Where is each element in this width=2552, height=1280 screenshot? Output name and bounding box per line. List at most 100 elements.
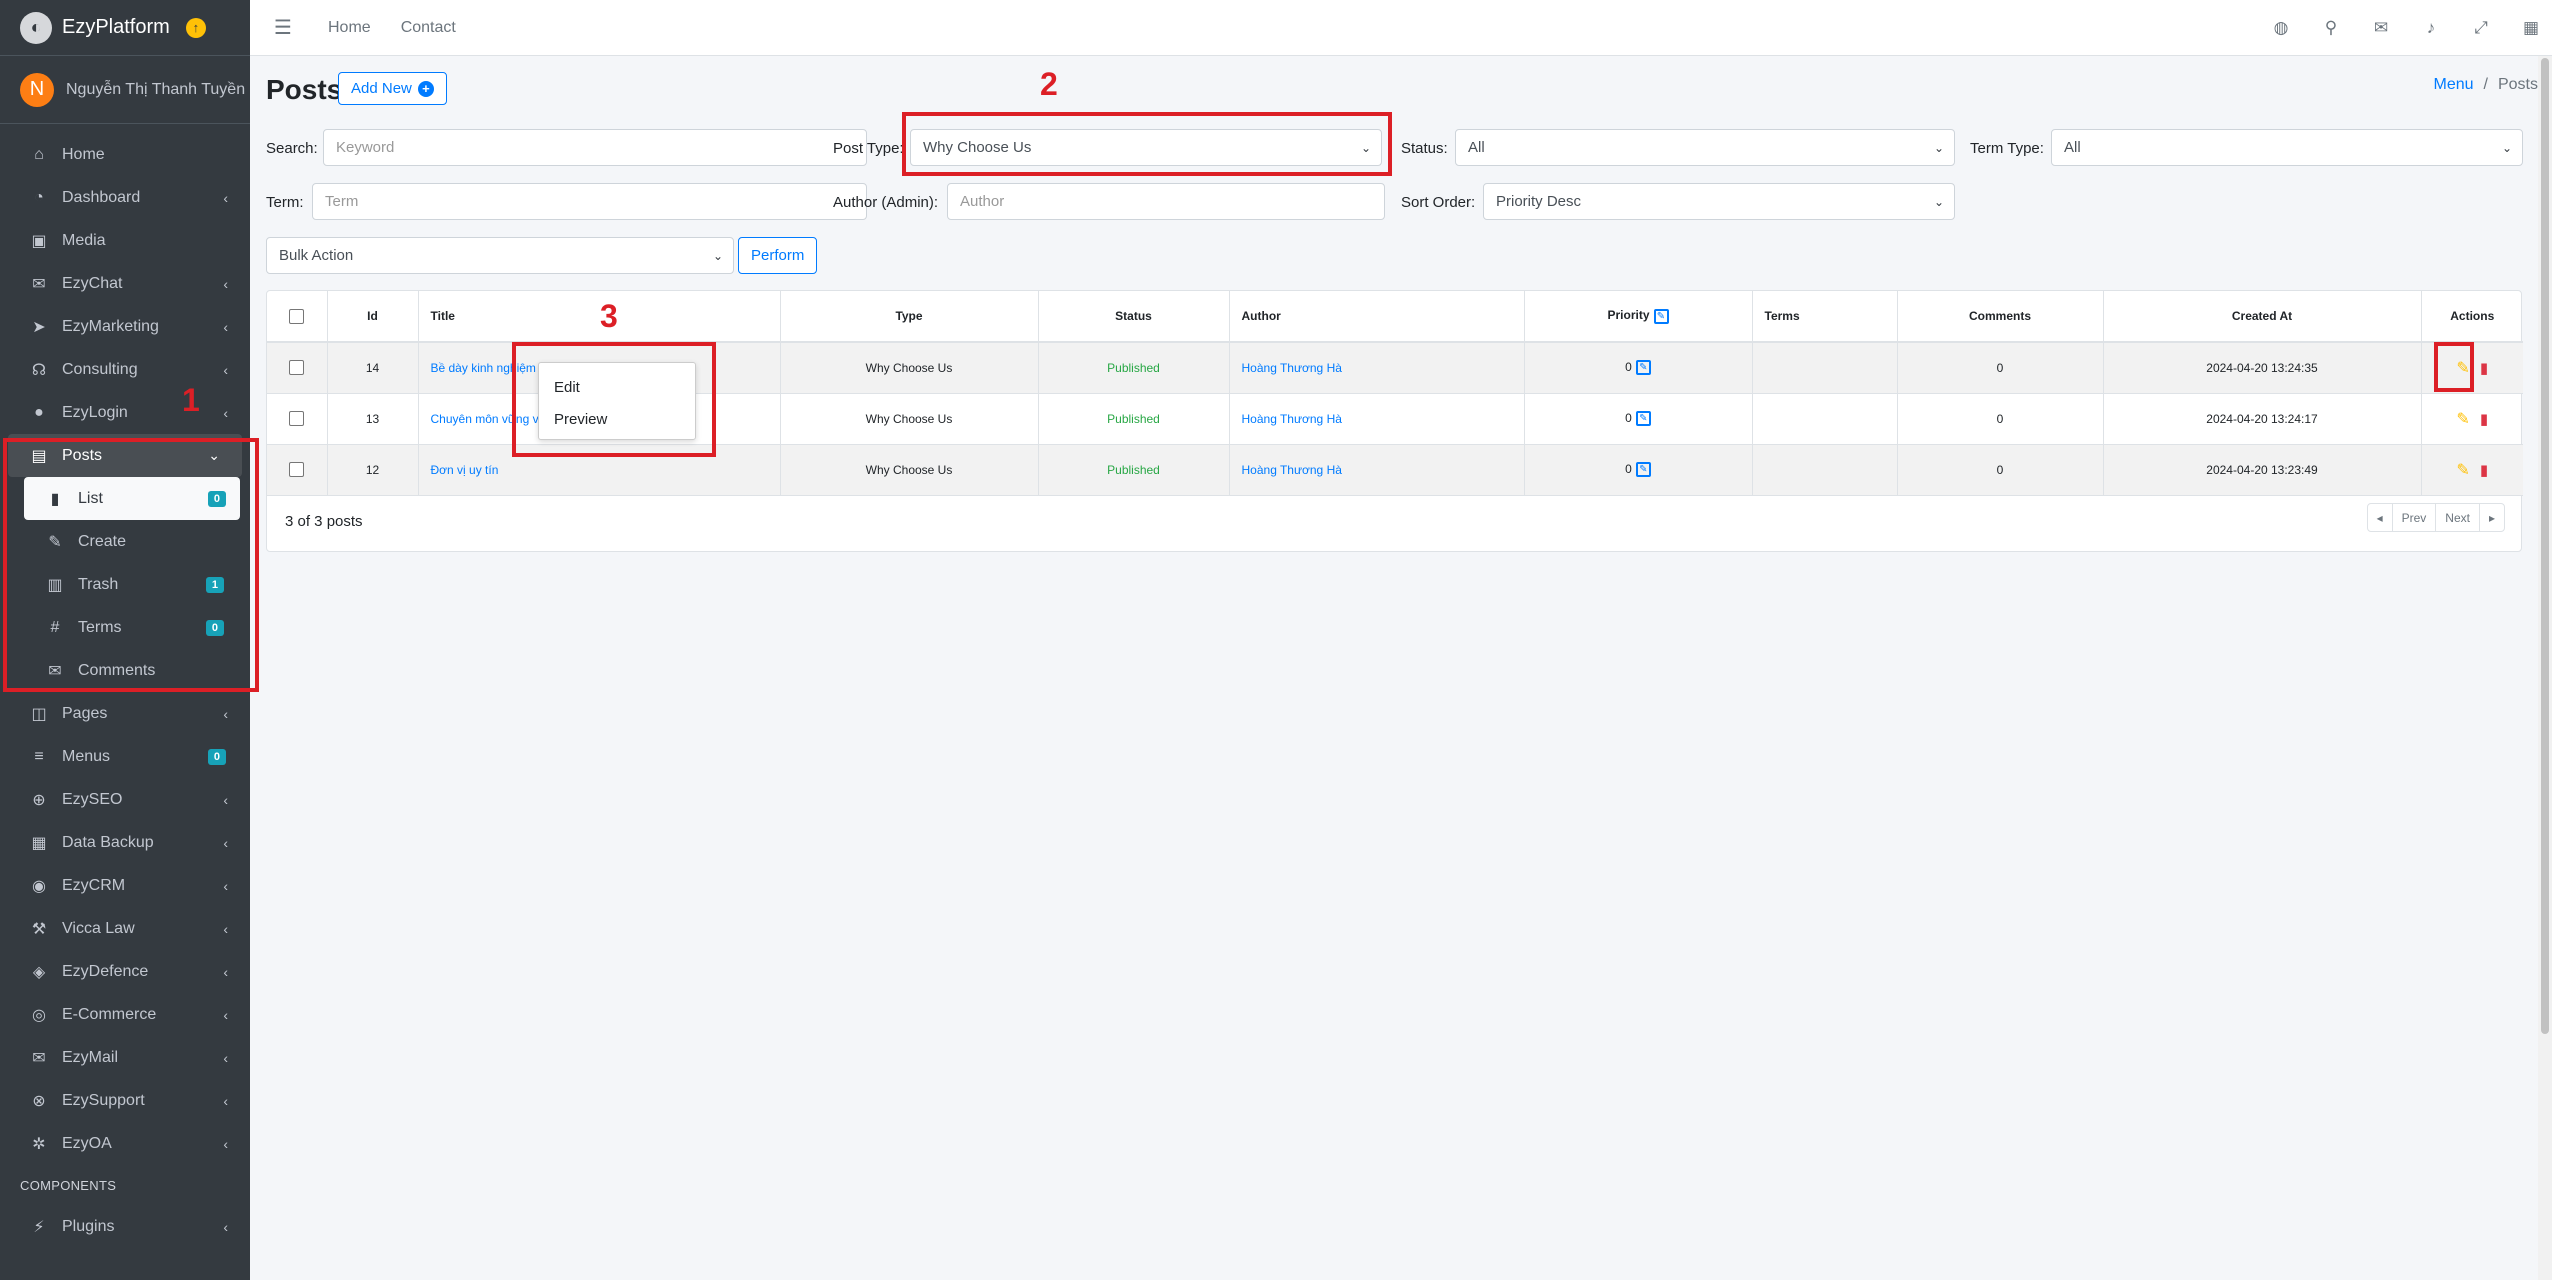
- sort-order-select[interactable]: Priority Desc ⌄: [1483, 183, 1955, 220]
- edit-priority-icon[interactable]: ✎: [1653, 308, 1669, 324]
- column-header-created-at[interactable]: Created At: [2103, 291, 2422, 343]
- add-new-button[interactable]: Add New +: [338, 72, 447, 105]
- brand-link[interactable]: ◐ EzyPlatform ↑: [0, 0, 250, 56]
- row-checkbox[interactable]: [289, 360, 305, 376]
- term-type-select[interactable]: All ⌄: [2051, 129, 2523, 166]
- top-navbar: ☰ Home Contact ◍ ⚲ ✉ ♪ ⤢ ▦: [250, 0, 2552, 56]
- first-page-icon[interactable]: ◂: [2368, 504, 2393, 531]
- sidebar-item-ezymail[interactable]: ✉ EzyMail ‹: [0, 1036, 250, 1079]
- chevron-down-icon: ⌄: [1933, 194, 1944, 209]
- sidebar-item-media[interactable]: ▣ Media: [0, 219, 250, 262]
- nav-link-home[interactable]: Home: [328, 19, 371, 37]
- sidebar-item-ezydefence[interactable]: ◈ EzyDefence ‹: [0, 950, 250, 993]
- sidebar-item-ezychat[interactable]: ✉ EzyChat ‹: [0, 262, 250, 305]
- edit-priority-icon[interactable]: ✎: [1635, 462, 1651, 478]
- row-checkbox[interactable]: [289, 411, 305, 427]
- cell-actions: ✎ ▮: [2421, 444, 2523, 496]
- annotation-box-3: [512, 342, 716, 457]
- gavel-icon: ⚒: [31, 920, 47, 938]
- sidebar-item-ezylogin[interactable]: ● EzyLogin ‹: [0, 391, 250, 434]
- cell-actions: ✎ ▮: [2421, 393, 2523, 445]
- sidebar-item-ezymarketing[interactable]: ➤ EzyMarketing ‹: [0, 305, 250, 348]
- comments-icon[interactable]: ✉: [2370, 18, 2392, 38]
- sidebar-item-plugins[interactable]: ⚡ Plugins ‹: [0, 1205, 250, 1248]
- author-link[interactable]: Hoàng Thương Hà: [1242, 463, 1342, 477]
- hamburger-menu-icon[interactable]: ☰: [274, 15, 298, 40]
- author-link[interactable]: Hoàng Thương Hà: [1242, 361, 1342, 375]
- row-select-cell: [267, 393, 328, 445]
- sidebar-item-ezyoa[interactable]: ✲ EzyOA ‹: [0, 1122, 250, 1165]
- column-header-type[interactable]: Type: [780, 291, 1039, 343]
- column-header-author[interactable]: Author: [1229, 291, 1525, 343]
- count-badge: 0: [207, 748, 226, 765]
- page-scrollbar[interactable]: [2538, 56, 2552, 1280]
- sidebar-item-pages[interactable]: ◫ Pages ‹: [0, 692, 250, 735]
- pencil-icon[interactable]: ✎: [2456, 411, 2469, 428]
- bulk-action-select[interactable]: Bulk Action ⌄: [266, 237, 734, 274]
- grid-icon[interactable]: ▦: [2520, 18, 2542, 38]
- breadcrumb-menu[interactable]: Menu: [2434, 76, 2474, 94]
- edit-priority-icon[interactable]: ✎: [1635, 411, 1651, 427]
- home-icon: ⌂: [34, 145, 44, 163]
- sidebar-item-home[interactable]: ⌂ Home: [0, 133, 250, 176]
- image-icon: ▣: [31, 232, 47, 250]
- column-header-terms[interactable]: Terms: [1752, 291, 1898, 343]
- globe-icon[interactable]: ◍: [2270, 18, 2292, 38]
- column-header-title[interactable]: Title: [418, 291, 781, 343]
- cell-comments: 0: [1897, 342, 2104, 394]
- select-all-checkbox[interactable]: [289, 308, 305, 324]
- trash-icon[interactable]: ▮: [2480, 462, 2488, 479]
- sidebar-item-ezycrm[interactable]: ◉ EzyCRM ‹: [0, 864, 250, 907]
- column-header-comments[interactable]: Comments: [1897, 291, 2104, 343]
- column-header-status[interactable]: Status: [1038, 291, 1230, 343]
- author-link[interactable]: Hoàng Thương Hà: [1242, 412, 1342, 426]
- chevron-left-icon: ‹: [223, 404, 228, 421]
- cell-created-at: 2024-04-20 13:24:17: [2103, 393, 2422, 445]
- author-input[interactable]: Author: [947, 183, 1385, 220]
- sidebar-item-ezyseo[interactable]: ⊕ EzySEO ‹: [0, 778, 250, 821]
- search-input[interactable]: Keyword: [323, 129, 867, 166]
- last-page-icon[interactable]: ▸: [2480, 504, 2504, 531]
- post-title-link[interactable]: Đơn vị uy tín: [431, 463, 499, 477]
- pencil-icon[interactable]: ✎: [2456, 462, 2469, 479]
- add-new-label: Add New: [351, 80, 412, 97]
- sidebar-item-label: EzyDefence: [62, 962, 149, 980]
- perform-button[interactable]: Perform: [738, 237, 818, 274]
- arrow-up-circle-icon[interactable]: ↑: [185, 17, 206, 38]
- annotation-label-3: 3: [600, 298, 618, 334]
- main-content: Posts Add New + Menu / Posts Search: Keyw…: [250, 56, 2552, 1280]
- bell-icon[interactable]: ♪: [2420, 18, 2442, 38]
- post-type-label: Post Type:: [833, 140, 904, 157]
- chevron-down-icon: ⌄: [1933, 140, 1944, 155]
- prev-page-button[interactable]: Prev: [2393, 504, 2437, 531]
- chevron-left-icon: ‹: [223, 834, 228, 851]
- term-label: Term:: [266, 194, 304, 211]
- column-header-id[interactable]: Id: [327, 291, 419, 343]
- search-icon[interactable]: ⚲: [2320, 18, 2342, 38]
- sidebar-item-consulting[interactable]: ☊ Consulting ‹: [0, 348, 250, 391]
- sidebar-item-ezysupport[interactable]: ⊗ EzySupport ‹: [0, 1079, 250, 1122]
- term-input[interactable]: Term: [312, 183, 867, 220]
- next-page-button[interactable]: Next: [2436, 504, 2480, 531]
- sidebar-item-menus[interactable]: ≡ Menus 0: [0, 735, 250, 778]
- status-select[interactable]: All ⌄: [1455, 129, 1955, 166]
- user-name[interactable]: Nguyễn Thị Thanh Tuyền: [66, 81, 245, 99]
- column-header-priority[interactable]: Priority ✎: [1524, 291, 1753, 343]
- chevron-left-icon: ‹: [223, 1218, 228, 1235]
- trash-icon[interactable]: ▮: [2480, 411, 2488, 428]
- author-label: Author (Admin):: [833, 194, 939, 211]
- sidebar-item-data-backup[interactable]: ▦ Data Backup ‹: [0, 821, 250, 864]
- sidebar-item-dashboard[interactable]: ◔ Dashboard ‹: [0, 176, 250, 219]
- row-checkbox[interactable]: [289, 462, 305, 478]
- scrollbar-thumb[interactable]: [2541, 58, 2549, 1034]
- annotation-label-2: 2: [1040, 66, 1058, 102]
- sidebar-item-vicca-law[interactable]: ⚒ Vicca Law ‹: [0, 907, 250, 950]
- user-panel[interactable]: N Nguyễn Thị Thanh Tuyền: [0, 56, 250, 124]
- edit-priority-icon[interactable]: ✎: [1635, 360, 1651, 376]
- trash-icon[interactable]: ▮: [2480, 360, 2488, 377]
- sidebar-item-label: Media: [62, 231, 106, 249]
- bars-icon: ≡: [34, 747, 44, 765]
- nav-link-contact[interactable]: Contact: [401, 19, 456, 37]
- sidebar-item-e-commerce[interactable]: ◎ E-Commerce ‹: [0, 993, 250, 1036]
- expand-icon[interactable]: ⤢: [2470, 18, 2492, 38]
